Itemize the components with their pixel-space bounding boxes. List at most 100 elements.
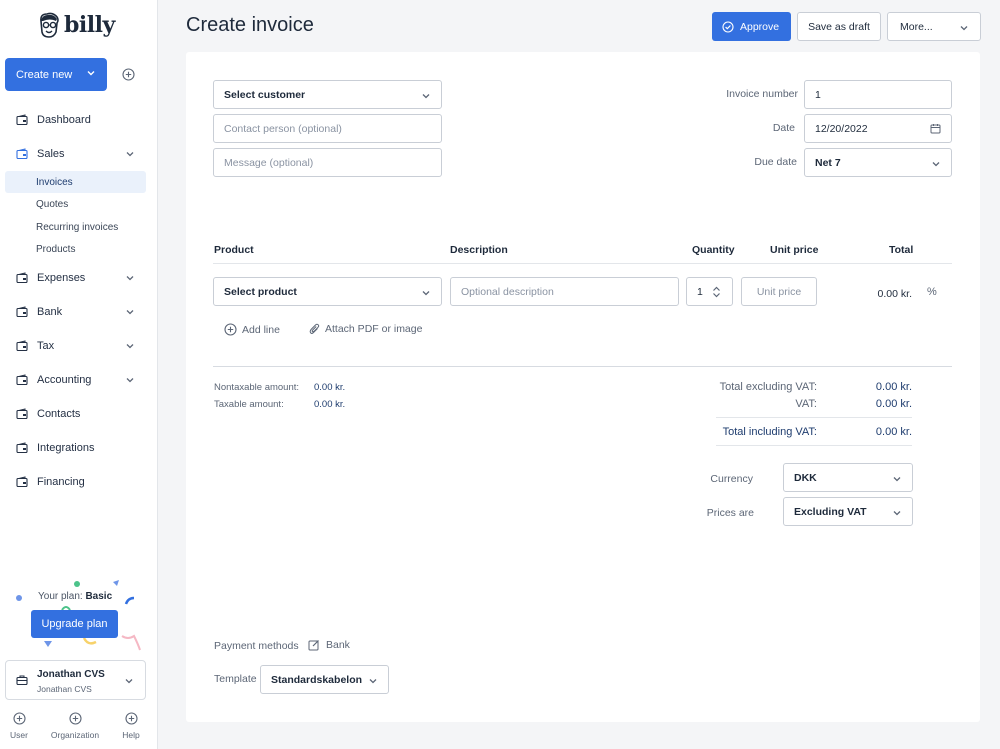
bottom-nav-label: User — [10, 730, 28, 740]
invoice-number-input[interactable]: 1 — [804, 80, 952, 109]
bottom-nav-help[interactable]: Help — [104, 712, 158, 740]
prices-are-select[interactable]: Excluding VAT — [783, 497, 913, 526]
taxable-label: Taxable amount: — [214, 399, 284, 410]
add-circle-icon — [12, 712, 26, 725]
save-as-draft-button[interactable]: Save as draft — [797, 12, 881, 41]
sidebar-item-integrations[interactable]: Integrations — [5, 435, 146, 461]
approve-button[interactable]: Approve — [712, 12, 791, 41]
discount-toggle[interactable]: % — [927, 286, 937, 298]
plan-info: Your plan: Basic — [38, 591, 112, 602]
edit-icon — [308, 640, 319, 651]
sidebar-item-label: Integrations — [37, 442, 95, 454]
bottom-nav-organization[interactable]: Organization — [48, 712, 102, 740]
sidebar-item-label: Financing — [37, 476, 85, 488]
contacts-icon — [16, 408, 28, 420]
upgrade-plan-button[interactable]: Upgrade plan — [31, 610, 118, 638]
check-circle-icon — [722, 20, 734, 33]
accounting-icon — [16, 374, 28, 386]
quantity-stepper[interactable]: 1 — [686, 277, 733, 306]
currency-select[interactable]: DKK — [783, 463, 913, 492]
sidebar-item-label: Contacts — [37, 408, 81, 420]
sidebar-item-label: Bank — [37, 306, 63, 318]
financing-icon — [16, 476, 28, 488]
create-new-button[interactable]: Create new — [5, 58, 107, 91]
message-input[interactable]: Message (optional) — [213, 148, 442, 177]
prices-are-label: Prices are — [706, 507, 754, 519]
due-date-value: Net 7 — [815, 156, 841, 169]
chevron-down-icon — [126, 378, 134, 383]
column-header-description: Description — [450, 244, 508, 256]
add-circle-icon — [124, 712, 138, 725]
sidebar-item-expenses[interactable]: Expenses — [5, 265, 146, 291]
contact-person-input[interactable]: Contact person (optional) — [213, 114, 442, 143]
sidebar-item-label: Sales — [37, 148, 65, 160]
add-line-button[interactable]: Add line — [224, 323, 280, 336]
invoice-number-label: Invoice number — [726, 88, 798, 100]
stepper-arrows-icon — [713, 286, 720, 298]
chevron-down-icon — [369, 679, 377, 684]
bottom-nav-label: Organization — [50, 730, 100, 740]
sidebar-item-dashboard[interactable]: Dashboard — [5, 107, 146, 133]
bottom-nav-user[interactable]: User — [0, 712, 46, 740]
customer-select[interactable]: Select customer — [213, 80, 442, 109]
section-divider — [213, 366, 952, 367]
nontaxable-value: 0.00 kr. — [314, 382, 346, 393]
line-description-input[interactable]: Optional description — [450, 277, 679, 306]
attach-file-label: Attach PDF or image — [325, 323, 423, 335]
column-header-product: Product — [214, 244, 254, 256]
sidebar-subitem-recurring-invoices[interactable]: Recurring invoices — [5, 216, 146, 238]
more-actions-button[interactable]: More... — [887, 12, 981, 41]
expenses-icon — [16, 272, 28, 284]
template-value: Standardskabelon — [271, 673, 363, 686]
invoice-form-panel: Select customer Contact person (optional… — [186, 52, 980, 722]
product-select[interactable]: Select product — [213, 277, 442, 306]
organization-switcher[interactable]: Jonathan CVS Jonathan CVS — [5, 660, 146, 700]
billy-logo[interactable]: billy — [38, 12, 115, 38]
payment-method-value: Bank — [326, 639, 350, 651]
sidebar-item-label: Tax — [37, 340, 55, 352]
dashboard-icon — [16, 114, 28, 126]
chevron-down-icon — [126, 310, 134, 315]
sidebar-subitem-invoices[interactable]: Invoices — [5, 171, 146, 193]
sidebar-subitem-quotes[interactable]: Quotes — [5, 193, 146, 215]
sidebar-item-accounting[interactable]: Accounting — [5, 367, 146, 393]
sidebar-item-sales[interactable]: Sales — [5, 141, 146, 167]
chevron-down-icon — [893, 477, 901, 482]
due-date-select[interactable]: Net 7 — [804, 148, 952, 177]
column-header-total: Total — [889, 244, 914, 256]
attach-file-button[interactable]: Attach PDF or image — [309, 323, 422, 335]
date-input[interactable]: 12/20/2022 — [804, 114, 952, 143]
payment-methods-edit[interactable]: Bank — [308, 639, 350, 651]
sidebar-item-contacts[interactable]: Contacts — [5, 401, 146, 427]
template-label: Template — [214, 673, 257, 685]
more-label: More... — [900, 20, 933, 33]
customer-select-value: Select customer — [224, 88, 306, 101]
add-circle-icon[interactable] — [122, 68, 135, 81]
chevron-down-icon — [422, 291, 430, 296]
sidebar: billy Create new Dashboard Sales Invoice… — [0, 0, 158, 749]
add-circle-icon — [68, 712, 82, 725]
sidebar-subitem-products[interactable]: Products — [5, 238, 146, 260]
unit-price-input[interactable]: Unit price — [741, 277, 817, 306]
chevron-down-icon — [422, 94, 430, 99]
sidebar-item-financing[interactable]: Financing — [5, 469, 146, 495]
chevron-down-icon — [932, 162, 940, 167]
date-label: Date — [772, 122, 795, 134]
vat-value: 0.00 kr. — [875, 398, 912, 410]
chevron-down-icon — [87, 71, 95, 76]
chevron-down-icon — [126, 344, 134, 349]
create-new-label: Create new — [16, 68, 73, 81]
template-select[interactable]: Standardskabelon — [260, 665, 389, 694]
approve-label: Approve — [740, 20, 780, 33]
taxable-value: 0.00 kr. — [314, 399, 346, 410]
total-incl-vat-label: Total including VAT: — [722, 426, 817, 438]
chevron-down-icon — [126, 152, 134, 157]
sidebar-item-tax[interactable]: Tax — [5, 333, 146, 359]
add-line-label: Add line — [242, 323, 280, 336]
chevron-down-icon — [125, 679, 133, 684]
briefcase-icon — [16, 675, 28, 686]
sidebar-item-bank[interactable]: Bank — [5, 299, 146, 325]
date-value: 12/20/2022 — [815, 122, 868, 135]
sidebar-subitem-label: Products — [36, 243, 76, 255]
page-title: Create invoice — [186, 14, 314, 36]
